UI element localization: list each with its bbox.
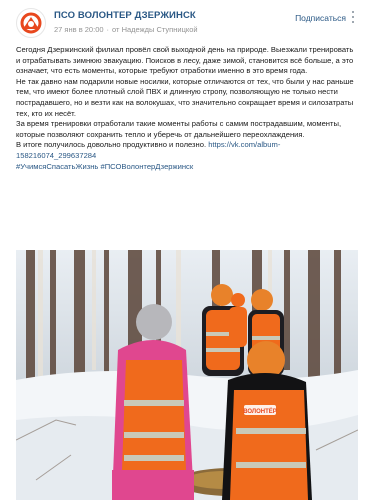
post-header: ПСО ВОЛОНТЕР ДЗЕРЖИНСК 27 янв в 20:00 · от… (16, 8, 356, 44)
vest-label: ВОЛОНТЁР (243, 408, 277, 415)
subscribe-button[interactable]: Подписаться (295, 13, 346, 23)
post-photo[interactable]: ВОЛОНТЁР (16, 250, 358, 500)
more-options-icon[interactable] (348, 11, 358, 23)
group-avatar[interactable] (16, 8, 46, 38)
vk-post: ПСО ВОЛОНТЕР ДЗЕРЖИНСК 27 янв в 20:00 · от… (0, 0, 367, 500)
post-closing: В итоге получилось довольно продуктивно … (16, 140, 358, 161)
post-paragraph: Не так давно нам подарили новые носилки,… (16, 76, 354, 118)
forest-rescue-photo: ВОЛОНТЁР (16, 250, 358, 500)
post-paragraph: За время тренировки отработали такие мом… (16, 119, 342, 139)
post-text: Сегодня Дзержинский филиал провёл свой в… (16, 45, 358, 172)
post-meta: 27 янв в 20:00 · от Надежды Ступницкой (54, 25, 198, 34)
post-date[interactable]: 27 янв в 20:00 (54, 25, 104, 34)
post-paragraph: Сегодня Дзержинский филиал провёл свой в… (16, 45, 354, 76)
group-name[interactable]: ПСО ВОЛОНТЕР ДЗЕРЖИНСК (54, 10, 196, 21)
closing-text: В итоге получилось довольно продуктивно … (16, 140, 207, 150)
hashtags[interactable]: #УчимсяСпасатьЖизнь #ПСОВолонтерДзержинс… (16, 162, 358, 173)
post-author[interactable]: от Надежды Ступницкой (112, 25, 198, 34)
group-logo-icon (18, 10, 44, 36)
